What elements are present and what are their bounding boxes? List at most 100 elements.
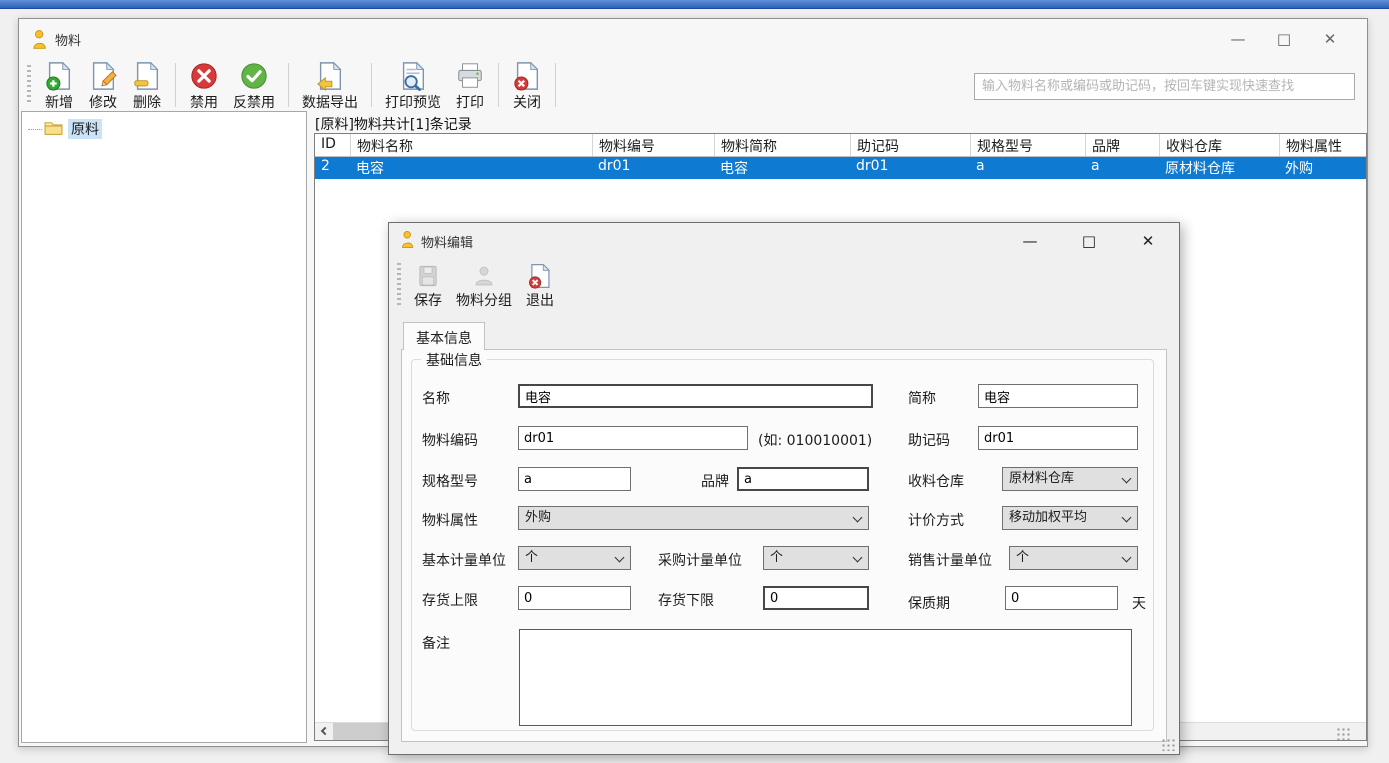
column-header-mnemonic[interactable]: 助记码 [850, 134, 970, 156]
button-label: 保存 [414, 293, 442, 309]
close-list-button[interactable]: 关闭 [505, 59, 549, 111]
column-header-spec[interactable]: 规格型号 [970, 134, 1085, 156]
window-resize-grip[interactable] [1336, 727, 1351, 740]
cell-spec: a [976, 158, 985, 174]
main-toolbar: 新增 修改 删除 禁用 反禁用 数据导出 打印预览 打印 关闭 [19, 59, 562, 111]
remark-textarea[interactable] [519, 629, 1132, 726]
dialog-maximize-button[interactable]: □ [1074, 227, 1104, 255]
material-edit-dialog: 物料编辑 — □ ✕ 保存 物料分组 退出 基本信息 基础信息 名称 简称 [388, 222, 1180, 755]
group-people-icon [471, 263, 497, 289]
quick-search-input[interactable] [974, 73, 1355, 100]
button-label: 关闭 [513, 95, 541, 111]
cell-warehouse: 原材料仓库 [1165, 161, 1235, 177]
short-name-label: 简称 [908, 391, 936, 407]
purchase-unit-select[interactable]: 个 [763, 546, 869, 570]
pricing-method-select[interactable]: 移动加权平均 [1002, 506, 1138, 530]
person-app-icon [31, 29, 49, 54]
brand-input[interactable] [737, 467, 869, 491]
dialog-titlebar[interactable]: 物料编辑 — □ ✕ [389, 223, 1179, 257]
shelf-life-input[interactable] [1005, 586, 1118, 610]
warehouse-select[interactable]: 原材料仓库 [1002, 467, 1138, 491]
shelf-life-label: 保质期 [908, 596, 950, 612]
shelf-life-unit: 天 [1132, 596, 1146, 612]
record-count-caption: [原料]物料共计[1]条记录 [315, 117, 472, 133]
remark-label: 备注 [422, 636, 450, 652]
column-header-id[interactable]: ID [315, 134, 350, 156]
cell-attribute: 外购 [1285, 161, 1313, 177]
cell-brand: a [1091, 158, 1100, 174]
print-button[interactable]: 打印 [448, 59, 492, 111]
maximize-button[interactable]: □ [1261, 25, 1307, 53]
category-tree: 原料 [21, 111, 307, 743]
select-value: 个 [770, 550, 784, 565]
disable-button[interactable]: 禁用 [182, 59, 226, 111]
export-button[interactable]: 数据导出 [295, 59, 365, 111]
button-label: 删除 [133, 95, 161, 111]
scroll-left-arrow[interactable] [315, 723, 333, 740]
short-name-input[interactable] [978, 384, 1138, 408]
toolbar-separator [288, 63, 289, 107]
doc-export-icon [315, 61, 345, 92]
tree-item-label: 原料 [68, 119, 102, 139]
column-header-short[interactable]: 物料简称 [714, 134, 850, 156]
exit-button[interactable]: 退出 [519, 257, 561, 313]
check-circle-icon [239, 61, 269, 91]
chevron-down-icon [1121, 552, 1132, 563]
printer-icon [455, 61, 485, 91]
material-attribute-label: 物料属性 [422, 513, 478, 529]
basic-info-tab-page: 基础信息 名称 简称 物料编码 (如: 010010001) 助记码 规格型号 … [401, 349, 1167, 742]
chevron-left-icon [320, 726, 330, 736]
mnemonic-code-input[interactable] [978, 426, 1138, 450]
doc-plus-icon [44, 61, 74, 91]
save-button[interactable]: 保存 [407, 257, 449, 313]
print-preview-button[interactable]: 打印预览 [378, 59, 448, 111]
column-header-brand[interactable]: 品牌 [1085, 134, 1159, 156]
toolbar-grip [397, 263, 401, 307]
table-row[interactable]: 2 电容 dr01 电容 dr01 a a 原材料仓库 外购 [315, 157, 1366, 179]
column-header-name[interactable]: 物料名称 [350, 134, 592, 156]
minimize-button[interactable]: — [1215, 25, 1261, 53]
tree-item-raw-material[interactable]: 原料 [22, 112, 306, 139]
column-header-code[interactable]: 物料编号 [592, 134, 714, 156]
dialog-resize-grip[interactable] [1161, 738, 1176, 751]
modify-button[interactable]: 修改 [81, 59, 125, 111]
close-button[interactable]: ✕ [1307, 25, 1353, 53]
material-code-hint: (如: 010010001) [758, 433, 873, 449]
toolbar-grip [27, 65, 31, 105]
delete-button[interactable]: 删除 [125, 59, 169, 111]
stock-lower-input[interactable] [763, 586, 869, 610]
window-title: 物料 [55, 34, 82, 49]
material-code-input[interactable] [518, 426, 748, 450]
button-label: 反禁用 [233, 95, 275, 111]
doc-pencil-icon [88, 61, 118, 91]
undisable-button[interactable]: 反禁用 [226, 59, 282, 111]
person-app-icon [400, 230, 416, 253]
toolbar-separator [371, 63, 372, 107]
select-value: 移动加权平均 [1009, 510, 1088, 525]
button-label: 数据导出 [302, 95, 358, 111]
pricing-method-label: 计价方式 [908, 513, 964, 529]
column-header-attribute[interactable]: 物料属性 [1279, 134, 1366, 156]
dialog-close-button[interactable]: ✕ [1133, 227, 1163, 255]
stock-upper-input[interactable] [518, 586, 631, 610]
warehouse-label: 收料仓库 [908, 474, 964, 490]
name-input[interactable] [518, 384, 873, 408]
main-titlebar[interactable]: 物料 — □ ✕ [19, 19, 1367, 59]
tree-line [28, 128, 42, 130]
cell-code: dr01 [598, 158, 631, 174]
tab-basic-info[interactable]: 基本信息 [403, 322, 485, 350]
material-attribute-select[interactable]: 外购 [518, 506, 869, 530]
toolbar-separator [498, 63, 499, 107]
button-label: 修改 [89, 95, 117, 111]
column-header-warehouse[interactable]: 收料仓库 [1159, 134, 1279, 156]
folder-icon [44, 120, 63, 139]
new-button[interactable]: 新增 [37, 59, 81, 111]
material-group-button[interactable]: 物料分组 [449, 257, 519, 313]
spec-model-input[interactable] [518, 467, 631, 491]
base-unit-select[interactable]: 个 [518, 546, 631, 570]
select-value: 外购 [525, 510, 552, 525]
dialog-minimize-button[interactable]: — [1015, 227, 1045, 255]
base-unit-label: 基本计量单位 [422, 553, 506, 569]
sales-unit-select[interactable]: 个 [1009, 546, 1138, 570]
cell-mnemonic: dr01 [856, 158, 889, 174]
